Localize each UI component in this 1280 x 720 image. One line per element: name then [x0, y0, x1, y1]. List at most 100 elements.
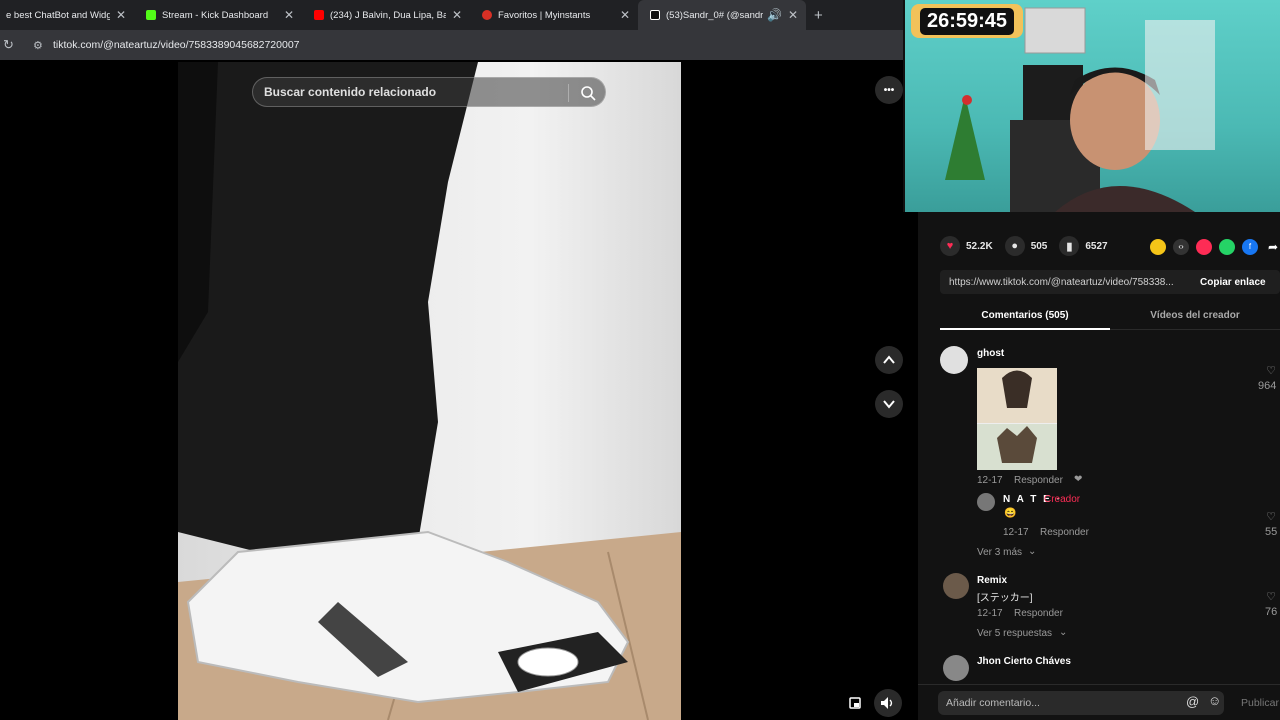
webcam-overlay: 26:59:45 — [903, 0, 1280, 212]
like-button[interactable]: ♥ 52.2K — [940, 236, 993, 256]
reply-button[interactable]: Responder — [1014, 475, 1063, 486]
bookmark-icon: ▮ — [1059, 236, 1080, 256]
reply-button[interactable]: Responder — [1040, 527, 1089, 538]
reply-button[interactable]: Responder — [1014, 608, 1063, 619]
whatsapp-icon[interactable] — [1219, 239, 1235, 255]
timer-text: 26:59:45 — [919, 7, 1015, 35]
comment-date: 12-17 — [977, 608, 1003, 619]
youtube-favicon-icon — [314, 10, 324, 20]
avatar[interactable] — [943, 573, 969, 599]
trousers — [178, 62, 478, 562]
video-link-row: https://www.tiktok.com/@nateartuz/video/… — [940, 270, 1280, 294]
tab-title: Favoritos | Myinstants — [498, 9, 591, 21]
site-settings-icon[interactable]: ⚙ — [33, 39, 47, 52]
tab-title: (53)Sandr_0# (@sandr_oe) | — [666, 9, 763, 21]
stream-timer: 26:59:45 — [911, 4, 1023, 38]
chevron-down-icon: ⌄ — [1028, 546, 1037, 557]
close-tab-icon[interactable]: ✕ — [116, 8, 126, 22]
chevron-down-icon — [883, 400, 895, 409]
search-divider — [568, 84, 569, 102]
browser-tab[interactable]: Favoritos | Myinstants ✕ — [470, 0, 638, 30]
facebook-icon[interactable]: f — [1242, 239, 1258, 255]
avatar[interactable] — [940, 346, 968, 374]
copy-link-button[interactable]: Copiar enlace — [1200, 277, 1266, 288]
view-more-replies[interactable]: Ver 3 más — [977, 547, 1022, 558]
comment-like-button[interactable]: ♡ — [1262, 590, 1280, 603]
video-frame — [178, 62, 681, 720]
new-tab-button[interactable]: + — [814, 7, 823, 24]
myinstants-favicon-icon — [482, 10, 492, 20]
comment-input[interactable]: Añadir comentario... — [938, 691, 1224, 715]
search-icon[interactable] — [579, 84, 597, 102]
emoji-icon: 😄 — [1004, 508, 1017, 519]
avatar[interactable] — [977, 493, 995, 511]
search-placeholder: Buscar contenido relacionado — [264, 85, 437, 99]
volume-icon — [881, 697, 893, 709]
engagement-stats: ♥ 52.2K ● 505 ▮ 6527 — [940, 236, 1120, 256]
embed-icon[interactable]: ‹› — [1173, 239, 1189, 255]
video-link[interactable]: https://www.tiktok.com/@nateartuz/video/… — [940, 277, 1192, 288]
comment-icon: ● — [1004, 236, 1025, 256]
tab-title: Stream - Kick Dashboard — [162, 9, 269, 21]
share-arrow-icon[interactable]: ➦ — [1265, 239, 1280, 255]
comments-tabs: Comentarios (505) Vídeos del creador — [940, 304, 1280, 330]
url-text[interactable]: tiktok.com/@nateartuz/video/758338904568… — [53, 39, 300, 51]
close-tab-icon[interactable]: ✕ — [620, 8, 630, 22]
share-icons: ‹› f ➦ — [1150, 239, 1280, 255]
save-button[interactable]: ▮ 6527 — [1059, 236, 1108, 256]
volume-button[interactable] — [874, 689, 902, 717]
comment-like-button[interactable]: ♡ — [1262, 364, 1280, 377]
creator-badge: Creador — [1044, 494, 1081, 505]
close-tab-icon[interactable]: ✕ — [788, 8, 798, 22]
comment-like-count: 76 — [1265, 606, 1278, 618]
previous-video-button[interactable] — [875, 346, 903, 374]
video-player[interactable] — [178, 62, 681, 720]
browser-tab-active[interactable]: (53)Sandr_0# (@sandr_oe) | 🔊 ✕ — [638, 0, 806, 30]
tab-title: e best ChatBot and Widgets — [6, 9, 110, 21]
comment-like-button[interactable]: ♡ — [1262, 510, 1280, 523]
speaker-icon[interactable]: 🔊 — [767, 8, 782, 22]
comment-like-count: 55 — [1265, 526, 1278, 538]
send-icon[interactable] — [1196, 239, 1212, 255]
tiktok-favicon-icon — [650, 10, 660, 20]
view-more-replies[interactable]: Ver 5 respuestas — [977, 628, 1052, 639]
more-options-button[interactable]: ••• — [875, 76, 903, 104]
close-tab-icon[interactable]: ✕ — [452, 8, 462, 22]
reload-icon[interactable]: ↻ — [3, 37, 19, 53]
chevron-down-icon: ⌄ — [1059, 627, 1068, 638]
tab-creator-videos[interactable]: Vídeos del creador — [1110, 310, 1280, 321]
browser-tab[interactable]: Stream - Kick Dashboard ✕ — [134, 0, 302, 30]
next-video-button[interactable] — [875, 390, 903, 418]
publish-button[interactable]: Publicar — [1241, 697, 1279, 709]
tab-comments[interactable]: Comentarios (505) — [940, 310, 1110, 321]
browser-tab[interactable]: (234) J Balvin, Dua Lipa, Bad Bu ✕ — [302, 0, 470, 30]
kick-favicon-icon — [146, 10, 156, 20]
comment-count: 505 — [1030, 240, 1048, 252]
repost-icon[interactable] — [1150, 239, 1166, 255]
comment-date: 12-17 — [1003, 527, 1029, 538]
heart-icon: ♥ — [940, 236, 960, 256]
browser-tab[interactable]: e best ChatBot and Widgets ✕ — [0, 0, 134, 30]
pip-button[interactable] — [841, 689, 869, 717]
related-search-input[interactable]: Buscar contenido relacionado — [252, 77, 606, 107]
creator-liked-icon: ❤ — [1074, 474, 1083, 485]
avatar[interactable] — [943, 655, 969, 681]
comment-username[interactable]: Jhon Cierto Cháves — [977, 656, 1071, 667]
comment-button[interactable]: ● 505 — [1004, 236, 1048, 256]
comment-like-count: 964 — [1258, 380, 1277, 392]
comment-username[interactable]: ghost — [977, 348, 1004, 359]
comment-date: 12-17 — [977, 475, 1003, 486]
comment-composer: Añadir comentario... @ ☺ Publicar — [918, 684, 1280, 720]
close-tab-icon[interactable]: ✕ — [284, 8, 294, 22]
mention-icon[interactable]: @ — [1186, 694, 1199, 709]
tab-title: (234) J Balvin, Dua Lipa, Bad Bu — [330, 9, 446, 21]
like-count: 52.2K — [966, 240, 993, 252]
comment-sticker-image — [977, 368, 1057, 470]
address-bar: ↻ ⚙ tiktok.com/@nateartuz/video/75833890… — [0, 30, 905, 60]
active-tab-underline — [940, 328, 1110, 330]
emoji-picker-icon[interactable]: ☺ — [1208, 693, 1221, 708]
save-count: 6527 — [1085, 240, 1108, 252]
picture-in-picture-icon — [849, 697, 861, 709]
comment-text: [ステッカー] — [977, 593, 1033, 604]
comment-username[interactable]: Remix — [977, 575, 1007, 586]
